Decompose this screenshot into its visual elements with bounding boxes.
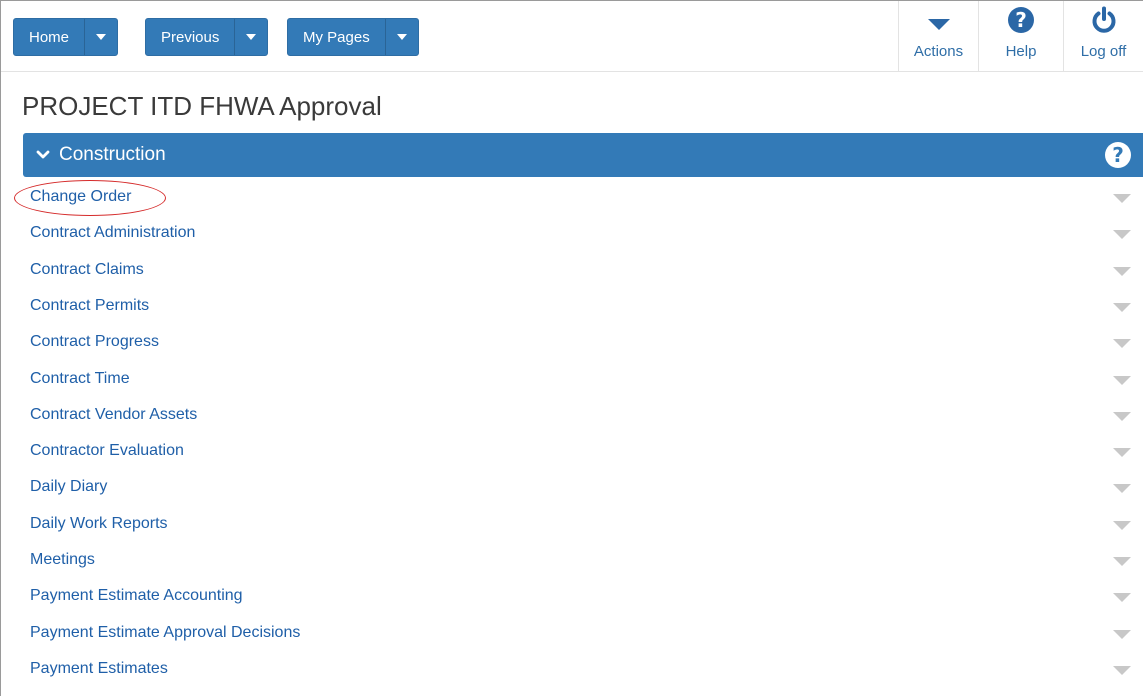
list-item-link[interactable]: Contract Vendor Assets <box>30 406 197 424</box>
list-item-link[interactable]: Daily Work Reports <box>30 515 168 533</box>
dropdown-arrow-icon[interactable] <box>1113 266 1131 276</box>
list-item: Daily Diary <box>0 470 1143 506</box>
previous-button[interactable]: Previous <box>145 18 269 56</box>
list-item: Contract Claims <box>0 253 1143 289</box>
dropdown-arrow-icon[interactable] <box>1113 484 1131 494</box>
dropdown-arrow-icon[interactable] <box>1113 411 1131 421</box>
dropdown-arrow-icon[interactable] <box>1113 339 1131 349</box>
list-item-link[interactable]: Daily Diary <box>30 478 107 496</box>
help-label[interactable]: Help <box>1006 43 1037 60</box>
actions-label[interactable]: Actions <box>914 43 963 60</box>
list-item: Contract Time <box>0 362 1143 398</box>
list-item: Daily Work Reports <box>0 507 1143 543</box>
caret-down-icon <box>246 34 257 40</box>
list-item: Payment Estimates <box>0 652 1143 688</box>
caret-down-icon <box>96 34 107 40</box>
section-help-icon[interactable]: ? <box>1104 141 1132 174</box>
help-button[interactable]: ? Help <box>978 1 1063 72</box>
dropdown-arrow-icon[interactable] <box>1113 194 1131 203</box>
my-pages-button-label[interactable]: My Pages <box>288 19 386 55</box>
caret-down-icon <box>396 34 407 40</box>
page-title: PROJECT ITD FHWA Approval <box>22 91 382 121</box>
list-item: Payment Estimate Approval Decisions <box>0 616 1143 652</box>
list-item-link[interactable]: Contract Permits <box>30 297 149 315</box>
help-icon: ? <box>1008 7 1034 33</box>
actions-menu[interactable]: Actions <box>898 1 978 72</box>
list-item-link[interactable]: Contract Progress <box>30 333 159 351</box>
list-item: Contractor Evaluation <box>0 434 1143 470</box>
dropdown-arrow-icon[interactable] <box>1113 665 1131 675</box>
home-dropdown-toggle[interactable] <box>85 19 117 55</box>
dropdown-arrow-icon[interactable] <box>1113 557 1131 566</box>
list-item-link[interactable]: Payment Estimate Accounting <box>30 587 243 605</box>
list-item: Contract Progress <box>0 325 1143 361</box>
list-item-link[interactable]: Payment Estimates <box>30 660 168 678</box>
home-button[interactable]: Home <box>13 18 119 56</box>
previous-dropdown-toggle[interactable] <box>235 19 267 55</box>
list-item: Contract Vendor Assets <box>0 398 1143 434</box>
list-item: Meetings <box>0 543 1143 579</box>
dropdown-arrow-icon[interactable] <box>1113 593 1131 603</box>
list-item: Contract Permits <box>0 289 1143 325</box>
my-pages-dropdown-toggle[interactable] <box>386 19 418 55</box>
dropdown-arrow-icon[interactable] <box>1113 520 1131 530</box>
list-item: Contract Administration <box>0 216 1143 252</box>
list-item-link[interactable]: Contractor Evaluation <box>30 442 184 460</box>
list-item-link[interactable]: Contract Claims <box>30 261 144 279</box>
top-bar: Home Previous My Pages Actions ? Help Lo… <box>1 1 1143 72</box>
my-pages-button[interactable]: My Pages <box>287 18 419 56</box>
dropdown-arrow-icon[interactable] <box>1113 629 1131 639</box>
list-item-link[interactable]: Change Order <box>30 188 131 206</box>
dropdown-arrow-icon[interactable] <box>1113 302 1131 312</box>
list-item-link[interactable]: Payment Estimate Approval Decisions <box>30 624 300 642</box>
list-item-link[interactable]: Meetings <box>30 551 95 569</box>
list-item: Payment Estimate Accounting <box>0 579 1143 615</box>
list-item-link[interactable]: Contract Administration <box>30 224 195 242</box>
chevron-down-icon <box>35 147 51 163</box>
list-item: Change Order <box>0 180 1143 216</box>
list-item-link[interactable]: Contract Time <box>30 370 130 388</box>
svg-text:?: ? <box>1015 8 1027 32</box>
section-title: Construction <box>59 144 166 165</box>
home-button-label[interactable]: Home <box>14 19 86 55</box>
dropdown-arrow-icon[interactable] <box>1113 230 1131 240</box>
log-off-button[interactable]: Log off <box>1063 1 1143 72</box>
previous-button-label[interactable]: Previous <box>146 19 236 55</box>
dropdown-arrow-icon[interactable] <box>1113 375 1131 385</box>
dropdown-arrow-icon[interactable] <box>1113 448 1131 458</box>
log-off-label[interactable]: Log off <box>1081 43 1127 60</box>
power-icon <box>1092 6 1115 33</box>
actions-caret-icon <box>927 18 950 30</box>
construction-section-header[interactable]: Construction ? <box>23 133 1143 177</box>
svg-text:?: ? <box>1112 143 1124 167</box>
